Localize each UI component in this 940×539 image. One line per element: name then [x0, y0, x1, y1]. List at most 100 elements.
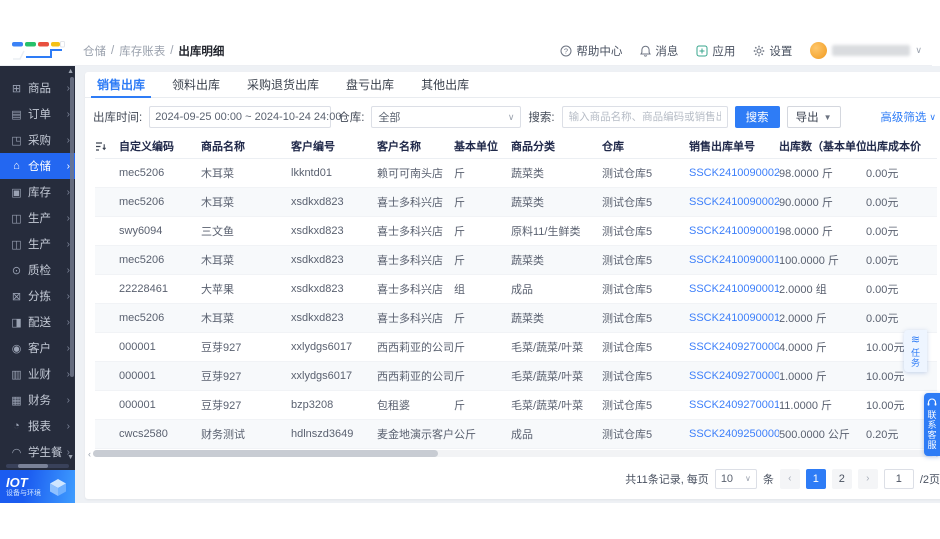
cell-warehouse: 测试仓库5: [602, 216, 689, 246]
finance-icon: ▦: [11, 394, 22, 407]
sidebar-item-客户[interactable]: ◉ 客户 ›: [0, 335, 75, 361]
sidebar-hscrollbar[interactable]: [6, 464, 69, 468]
sidebar-item-订单[interactable]: ▤ 订单 ›: [0, 101, 75, 127]
messages-button[interactable]: 消息: [640, 43, 678, 59]
table-row: 000001 豆芽927 xxlydgs6017 西西莉亚的公司斤毛菜/蔬菜/叶菜 测试…: [95, 332, 937, 362]
scrollbar-thumb[interactable]: [93, 450, 438, 457]
help-center-button[interactable]: ? 帮助中心: [560, 43, 622, 59]
sidebar-item-生产[interactable]: ◫ 生产 ›: [0, 231, 75, 257]
breadcrumb-root[interactable]: 仓储: [83, 43, 106, 59]
chevron-down-icon: ∨: [744, 474, 751, 483]
page-size-select[interactable]: 10 ∨: [714, 468, 757, 489]
cell-customer_no: xsdkxd823: [291, 216, 377, 246]
user-menu[interactable]: ∨: [810, 42, 922, 59]
search-input[interactable]: [568, 111, 721, 123]
help-icon: ?: [560, 45, 572, 56]
scroll-down-icon[interactable]: ▼: [67, 454, 74, 461]
sidebar-item-业财[interactable]: ▥ 业财 ›: [0, 361, 75, 387]
page-button-1[interactable]: 1: [805, 468, 826, 489]
outbound-doc-link[interactable]: SSCK24100900021: [689, 167, 779, 179]
sidebar-item-财务[interactable]: ▦ 财务 ›: [0, 387, 75, 413]
advanced-filter-link[interactable]: 高级筛选 ∨: [880, 109, 936, 125]
record-count: 共11条记录, 每页: [625, 473, 709, 486]
chevron-right-icon: ›: [66, 420, 70, 432]
cell-qty: 500.0000 公斤: [779, 419, 866, 449]
breadcrumb-mid[interactable]: 库存账表: [119, 43, 165, 59]
cell-category: 蔬菜类: [511, 158, 602, 188]
outbound-doc-link[interactable]: SSCK24100900020: [689, 196, 779, 208]
tab-领料出库[interactable]: 领料出库: [166, 72, 226, 97]
sidebar-item-生产[interactable]: ◫ 生产 ›: [0, 205, 75, 231]
sidebar-item-库存[interactable]: ▣ 库存 ›: [0, 179, 75, 205]
warehouse-select[interactable]: 全部 ∨: [371, 106, 522, 128]
cell-code: mec5206: [119, 245, 201, 275]
outbound-doc-link[interactable]: SSCK24092700004: [689, 370, 779, 382]
outbound-doc-link[interactable]: SSCK24100900017: [689, 254, 779, 266]
outbound-doc-link[interactable]: SSCK24092700011: [689, 399, 779, 411]
column-header: 基本单位: [454, 135, 511, 159]
outbound-doc-link[interactable]: SSCK24100900017: [689, 225, 779, 237]
outbound-doc-link[interactable]: SSCK24100900015: [689, 312, 779, 324]
export-button[interactable]: 导出 ▼: [786, 106, 841, 128]
sidebar-item-商品[interactable]: ⊞ 商品 ›: [0, 75, 75, 101]
sidebar-item-质检[interactable]: ⊙ 质检 ›: [0, 257, 75, 283]
cell-customer: 喜士多科兴店: [377, 274, 454, 304]
cell-customer: 喜士多科兴店: [377, 245, 454, 275]
contact-support-button[interactable]: 联系客服: [924, 393, 940, 456]
cell-category: 蔬菜类: [511, 245, 602, 275]
column-header: 商品分类: [511, 135, 602, 159]
task-widget[interactable]: ≋ 任务: [904, 330, 927, 372]
cell-cost: 0.00元: [866, 245, 937, 275]
contact-support-label: 联系客服: [926, 410, 937, 450]
warehouse-filter-label: 仓库:: [338, 112, 365, 124]
cell-qty: 2.0000 斤: [779, 303, 866, 333]
page-button-2[interactable]: 2: [831, 468, 852, 489]
scroll-left-icon[interactable]: ‹: [88, 449, 91, 458]
cell-unit: 组: [454, 274, 511, 304]
sidebar-item-学生餐[interactable]: ◠ 学生餐 ›: [0, 439, 75, 465]
date-range-picker[interactable]: 2024-09-25 00:00 ~ 2024-10-24 24:00: [149, 106, 341, 128]
tab-销售出库[interactable]: 销售出库: [91, 72, 152, 98]
headset-icon: [927, 398, 937, 406]
cell-code: mec5206: [119, 187, 201, 217]
app-logo[interactable]: [0, 36, 75, 66]
cell-doc_no: SSCK24100900017: [689, 245, 779, 275]
tab-盘亏出库[interactable]: 盘亏出库: [340, 72, 400, 97]
caret-down-icon: ▼: [823, 112, 832, 122]
cell-unit: 斤: [454, 216, 511, 246]
sidebar-item-分拣[interactable]: ⊠ 分拣 ›: [0, 283, 75, 309]
cell-customer: 喜士多科兴店: [377, 187, 454, 217]
iot-banner[interactable]: IOT 设备与环境: [0, 470, 75, 503]
chevron-right-icon: ›: [66, 394, 70, 406]
next-page-button[interactable]: ›: [857, 468, 878, 489]
cell-product: 三文鱼: [201, 216, 291, 246]
outbound-doc-link[interactable]: SSCK24100900015: [689, 283, 779, 295]
tab-其他出库[interactable]: 其他出库: [415, 72, 475, 97]
sidebar-menu: ⊞ 商品 › ▤ 订单 › ◳ 采购 › ⌂ 仓储 › ▣ 库存 › ◫ 生产 …: [0, 66, 75, 465]
scroll-up-icon[interactable]: ▲: [67, 68, 74, 75]
apps-button[interactable]: 应用: [696, 43, 735, 59]
page-jump-input[interactable]: [884, 472, 913, 485]
search-input-wrap: [561, 106, 728, 128]
settings-button[interactable]: 设置: [753, 43, 792, 59]
cell-qty: 1.0000 斤: [779, 361, 866, 391]
gear-icon: [754, 45, 765, 56]
tab-采购退货出库[interactable]: 采购退货出库: [241, 72, 325, 97]
report-icon: ◔: [13, 420, 20, 432]
sidebar-item-仓储[interactable]: ⌂ 仓储 ›: [0, 153, 75, 179]
logo-icon: [11, 40, 65, 60]
sidebar-scrollbar[interactable]: [70, 77, 74, 377]
sidebar-item-报表[interactable]: ◔ 报表 ›: [0, 413, 75, 439]
cell-product: 豆芽927: [201, 361, 291, 391]
cell-category: 蔬菜类: [511, 187, 602, 217]
search-button[interactable]: 搜索: [734, 106, 780, 128]
sidebar-item-配送[interactable]: ◨ 配送 ›: [0, 309, 75, 335]
column-settings-icon[interactable]: [95, 141, 107, 152]
topbar: 仓储 / 库存账表 / 出库明细 ? 帮助中心 消息 应用 设置 ∨: [0, 36, 932, 66]
outbound-doc-link[interactable]: SSCK24092700004: [689, 341, 779, 353]
sidebar-item-采购[interactable]: ◳ 采购 ›: [0, 127, 75, 153]
outbound-doc-link[interactable]: SSCK24092500004: [689, 428, 779, 440]
cell-doc_no: SSCK24100900017: [689, 216, 779, 246]
table-row: swy6094 三文鱼 xsdkxd823 喜士多科兴店斤原料11/生鲜类 测试仓库5 S…: [95, 216, 937, 246]
prev-page-button[interactable]: ‹: [779, 468, 800, 489]
